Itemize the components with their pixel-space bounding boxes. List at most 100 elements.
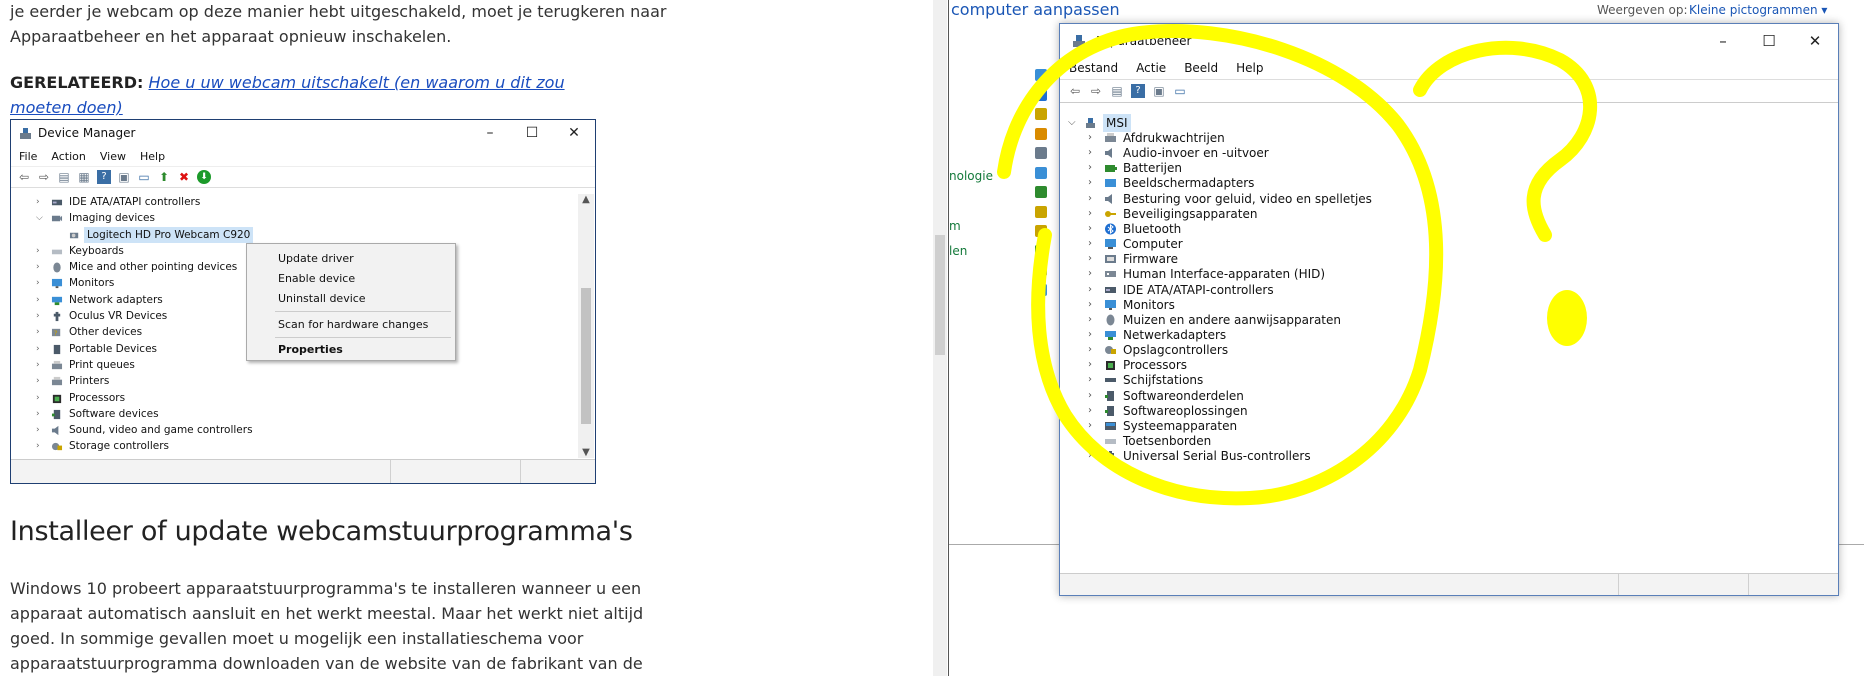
device-manager-icon <box>20 127 31 139</box>
minimize-button[interactable]: – <box>469 125 511 141</box>
maximize-button[interactable]: ☐ <box>511 125 553 141</box>
tree-category-item[interactable]: › Storage controllers <box>11 438 581 454</box>
control-panel-link[interactable]: len <box>949 244 967 258</box>
control-panel-item-icon[interactable] <box>1035 88 1047 101</box>
properties-sheet-icon[interactable]: ▤ <box>57 170 71 184</box>
scroll-up-icon[interactable]: ▲ <box>578 194 594 205</box>
list-view-icon[interactable]: ▦ <box>77 170 91 184</box>
body-line: Windows 10 probeert apparaatstuurprogram… <box>10 579 642 598</box>
control-panel-item-icon[interactable] <box>1035 166 1047 179</box>
back-icon[interactable]: ⇦ <box>1068 84 1082 98</box>
expand-chevron-icon[interactable]: › <box>36 259 46 275</box>
tree-category-item[interactable]: › Sound, video and game controllers <box>11 422 581 438</box>
battery-icon <box>1105 165 1117 173</box>
tree-category-item[interactable]: › Printers <box>11 373 581 389</box>
control-panel-link[interactable]: nologie <box>949 169 993 183</box>
control-panel-item-icon[interactable] <box>1035 127 1047 140</box>
collapse-chevron-icon[interactable]: ⌵ <box>36 210 46 226</box>
webcam-icon <box>69 232 79 238</box>
tree-category-item[interactable]: › IDE ATA/ATAPI controllers <box>11 194 581 210</box>
vertical-scrollbar[interactable]: ▲ ▼ <box>578 194 594 458</box>
collapse-chevron-icon[interactable]: ⌵ <box>1068 114 1076 132</box>
context-update-driver[interactable]: Update driver <box>278 252 354 265</box>
menu-view[interactable]: View <box>100 150 126 163</box>
page-scroll-thumb[interactable] <box>935 235 945 355</box>
tree-category-item[interactable]: › Software devices <box>11 406 581 422</box>
control-panel-item-icon[interactable] <box>1035 244 1047 257</box>
scroll-thumb[interactable] <box>581 288 591 424</box>
forward-icon[interactable]: ⇨ <box>37 170 51 184</box>
tree-item-label: Mice and other pointing devices <box>69 261 238 274</box>
maximize-button[interactable]: ☐ <box>1746 32 1792 50</box>
context-uninstall-device[interactable]: Uninstall device <box>278 292 366 305</box>
control-panel-item-icon[interactable] <box>1035 205 1047 218</box>
close-button[interactable]: ✕ <box>1792 32 1838 50</box>
update-driver-icon[interactable]: ⬆ <box>157 170 171 184</box>
expand-chevron-icon[interactable]: › <box>36 324 46 340</box>
help-icon[interactable]: ? <box>1131 84 1145 98</box>
software-icon <box>51 409 61 419</box>
expand-chevron-icon[interactable]: › <box>36 292 46 308</box>
mouse-icon <box>1106 314 1115 326</box>
view-by-dropdown[interactable]: Kleine pictogrammen ▾ <box>1689 3 1827 17</box>
control-panel-item-icon[interactable] <box>1035 147 1047 159</box>
tree-item-label: Software devices <box>69 407 159 420</box>
properties-sheet-icon[interactable]: ▤ <box>1110 84 1124 98</box>
forward-icon[interactable]: ⇨ <box>1089 84 1103 98</box>
chip-icon <box>1106 361 1115 371</box>
bluetooth-icon <box>1105 223 1116 235</box>
keyboard-icon <box>1105 439 1116 444</box>
menu-beeld[interactable]: Beeld <box>1184 61 1218 75</box>
monitor-icon <box>1105 299 1116 310</box>
scan-hardware-icon[interactable]: ▭ <box>1173 84 1187 98</box>
tree-child-item[interactable]: Logitech HD Pro Webcam C920 <box>11 226 581 243</box>
minimize-button[interactable]: – <box>1700 32 1746 50</box>
expand-chevron-icon[interactable]: › <box>36 341 46 357</box>
keyboard-icon <box>51 249 63 255</box>
expand-chevron-icon[interactable]: › <box>36 422 46 438</box>
control-panel-item-icon[interactable] <box>1035 69 1047 81</box>
control-panel-item-icon[interactable] <box>1035 264 1047 276</box>
help-icon[interactable]: ? <box>97 170 111 184</box>
close-button[interactable]: ✕ <box>553 125 595 141</box>
expand-chevron-icon[interactable]: › <box>36 438 46 454</box>
expand-chevron-icon[interactable]: › <box>36 406 46 422</box>
context-scan-hardware[interactable]: Scan for hardware changes <box>278 318 428 331</box>
details-view-icon[interactable]: ▣ <box>1152 84 1166 98</box>
page-scrollbar[interactable] <box>933 0 947 676</box>
expand-chevron-icon[interactable]: › <box>36 390 46 406</box>
expand-chevron-icon[interactable]: › <box>36 373 46 389</box>
ide-icon <box>51 199 63 206</box>
expand-chevron-icon[interactable]: › <box>36 357 46 373</box>
expand-chevron-icon[interactable]: › <box>36 275 46 291</box>
control-panel-link[interactable]: m <box>949 219 961 233</box>
context-enable-device[interactable]: Enable device <box>278 272 355 285</box>
tree-item-label: Portable Devices <box>69 342 158 355</box>
details-view-icon[interactable]: ▣ <box>117 170 131 184</box>
expand-chevron-icon[interactable]: › <box>36 308 46 324</box>
scroll-down-icon[interactable]: ▼ <box>578 447 594 458</box>
chip-icon <box>52 394 62 403</box>
scan-hardware-icon[interactable]: ▭ <box>137 170 151 184</box>
menu-actie[interactable]: Actie <box>1136 61 1166 75</box>
expand-chevron-icon[interactable]: › <box>36 194 46 210</box>
expand-chevron-icon[interactable]: › <box>1088 447 1092 465</box>
control-panel-item-icon[interactable] <box>1035 283 1047 296</box>
back-icon[interactable]: ⇦ <box>17 170 31 184</box>
title-bar: Apparaatbeheer – ☐ ✕ <box>1060 24 1838 57</box>
control-panel-item-icon[interactable] <box>1035 108 1047 120</box>
portable-device-icon <box>53 344 61 354</box>
menu-action[interactable]: Action <box>51 150 85 163</box>
tree-category-item[interactable]: › Processors <box>11 390 581 406</box>
context-properties[interactable]: Properties <box>278 343 343 356</box>
menu-help[interactable]: Help <box>1236 61 1263 75</box>
menu-file[interactable]: File <box>19 150 37 163</box>
menu-help[interactable]: Help <box>140 150 165 163</box>
uninstall-icon[interactable]: ✖ <box>177 170 191 184</box>
control-panel-item-icon[interactable] <box>1035 186 1047 198</box>
menu-bestand[interactable]: Bestand <box>1069 61 1118 75</box>
enable-icon[interactable]: ⬇ <box>197 170 211 184</box>
tree-category-item[interactable]: ⌵ Imaging devices <box>11 210 581 226</box>
expand-chevron-icon[interactable]: › <box>36 243 46 259</box>
control-panel-item-icon[interactable] <box>1035 225 1047 237</box>
